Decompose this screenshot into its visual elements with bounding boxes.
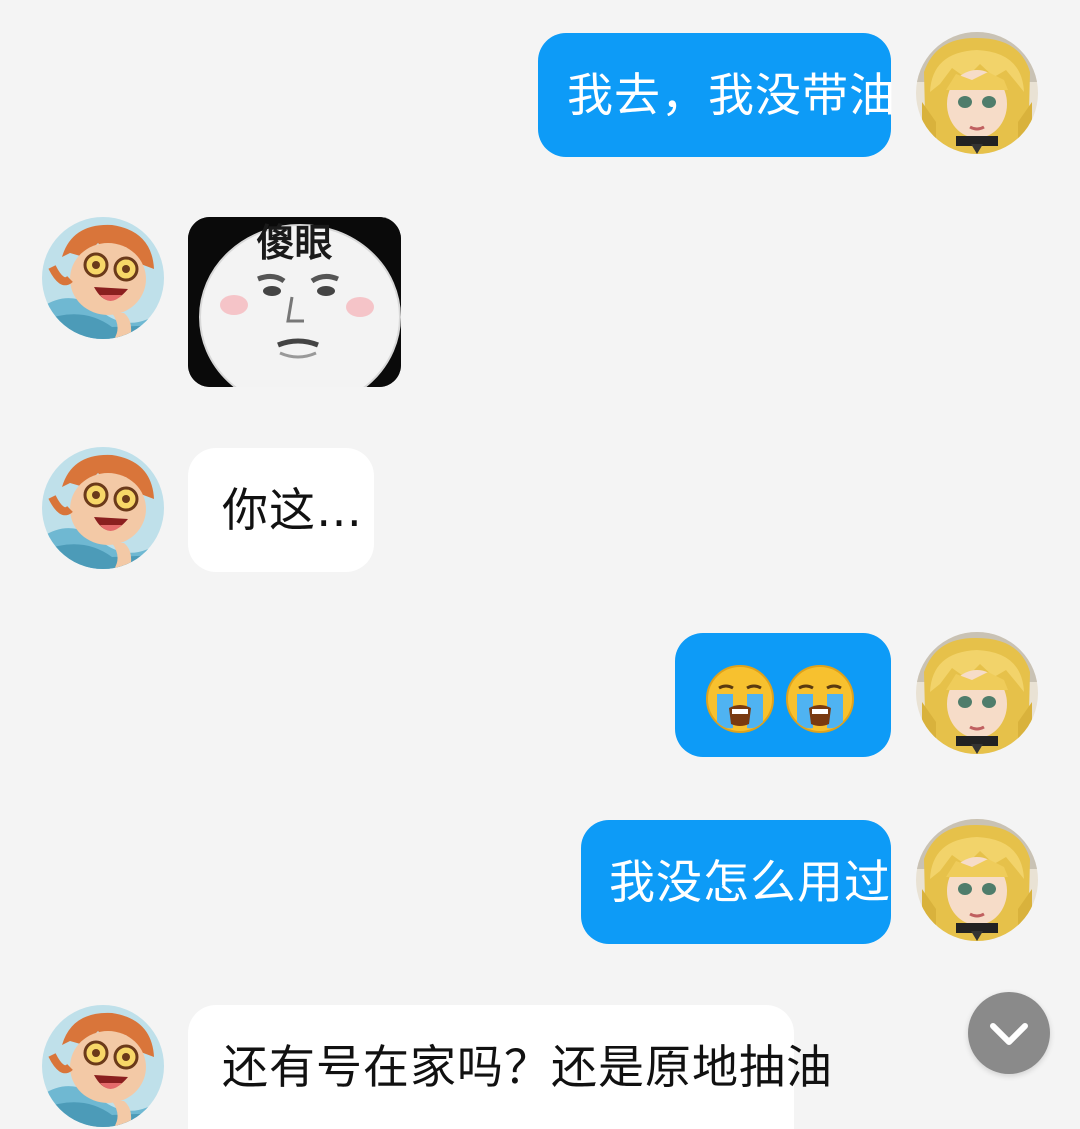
outgoing-message-bubble[interactable]: 我没怎么用过 xyxy=(581,820,891,944)
outgoing-message-bubble[interactable]: 我去，我没带油 xyxy=(538,33,895,157)
panda-face-sticker[interactable]: 傻眼 xyxy=(188,217,401,387)
loudly-crying-face-emoji xyxy=(785,664,855,734)
chevron-down-icon xyxy=(990,1023,1028,1045)
message-text: 你这… xyxy=(222,483,363,537)
scroll-to-bottom-button[interactable] xyxy=(968,992,1050,1074)
self-avatar[interactable] xyxy=(916,632,1038,754)
message-text: 我没怎么用过 xyxy=(609,855,891,909)
message-text: 还有号在家吗？还是原地抽油 xyxy=(222,1040,833,1094)
contact-avatar[interactable] xyxy=(42,217,164,339)
self-avatar[interactable] xyxy=(916,819,1038,941)
incoming-message-bubble[interactable]: 你这… xyxy=(188,448,374,572)
self-avatar[interactable] xyxy=(916,32,1038,154)
message-text: 我去，我没带油 xyxy=(567,68,896,122)
incoming-message-bubble[interactable]: 还有号在家吗？还是原地抽油 xyxy=(188,1005,832,1129)
contact-avatar[interactable] xyxy=(42,1005,164,1127)
outgoing-message-bubble[interactable] xyxy=(675,633,891,757)
loudly-crying-face-emoji xyxy=(705,664,775,734)
sticker-caption: 傻眼 xyxy=(256,221,333,265)
contact-avatar[interactable] xyxy=(42,447,164,569)
